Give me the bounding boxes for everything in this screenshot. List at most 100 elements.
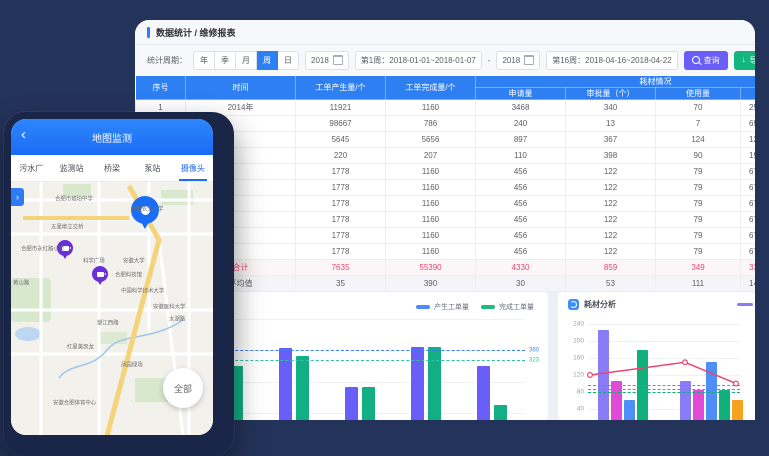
total-cell: 55390 (386, 260, 476, 276)
average-cell: 30 (476, 276, 566, 292)
map-label: 五里墩立交桥 (51, 222, 83, 230)
bar-产生工单量[interactable] (411, 347, 424, 420)
legend-item[interactable]: 完成工单量 (481, 302, 534, 312)
period-option-年[interactable]: 年 (193, 51, 215, 70)
breadcrumb-row: 数据统计 / 维修报表 (135, 20, 755, 45)
table-cell: 1160 (386, 244, 476, 260)
sub-column-header: 申请量 (476, 88, 566, 100)
back-icon[interactable]: ‹ (21, 127, 26, 142)
period-option-季[interactable]: 季 (215, 51, 236, 70)
bar-产生工单量[interactable] (477, 366, 490, 420)
table-cell: 1160 (386, 212, 476, 228)
table-cell: 13 (566, 116, 656, 132)
map-label: 凤园绿场 (121, 360, 143, 368)
table-cell: 5656 (386, 132, 476, 148)
table-cell: 98667 (296, 116, 386, 132)
phone-tab-桥梁[interactable]: 桥梁 (92, 155, 132, 181)
bar-产生工单量[interactable] (345, 387, 358, 420)
map-label: 合肥市永红路小学 (21, 244, 64, 252)
phone-tab-污水厂[interactable]: 污水厂 (11, 155, 51, 181)
table-cell: 456 (476, 180, 566, 196)
bar-完成工单量[interactable] (362, 387, 375, 420)
table-cell: 1160 (386, 228, 476, 244)
table-cell: 79 (656, 180, 741, 196)
table-cell: 1778 (296, 180, 386, 196)
period-option-月[interactable]: 月 (236, 51, 257, 70)
export-button-label: 导出Excel (750, 55, 755, 66)
year-end-value: 2018 (502, 56, 520, 65)
total-cell: 336 (741, 260, 756, 276)
bar-完成工单量[interactable] (494, 405, 507, 420)
table-row: 12014年119211160346834070250 (136, 100, 756, 116)
total-cell: 349 (656, 260, 741, 276)
week-end-value: 第16周：2018-04-16~2018-04-22 (552, 55, 671, 66)
table-cell: 67 (741, 180, 756, 196)
chart-title-text: 耗材分析 (584, 299, 616, 310)
table-cell: 456 (476, 228, 566, 244)
trend-line (588, 318, 740, 420)
table-cell: 90 (656, 148, 741, 164)
table-cell: 250 (741, 100, 756, 116)
map-label: 太湖路 (169, 314, 185, 322)
sub-column-header: 金额 (741, 88, 756, 100)
map-view[interactable]: › 全部 合肥市琥珀中学安徽农业大学五里墩立交桥合肥市永红路小学科学广场安徽大学… (11, 182, 213, 435)
table-cell: 7 (656, 116, 741, 132)
y-axis-tick: 120 (573, 372, 584, 379)
table-cell: 897 (476, 132, 566, 148)
period-option-周[interactable]: 周 (257, 51, 278, 70)
table-cell: 122 (566, 244, 656, 260)
bar-完成工单量[interactable] (296, 356, 309, 420)
year-end-picker[interactable]: 2018 (496, 51, 540, 70)
table-cell: 456 (476, 196, 566, 212)
legend-item[interactable]: 产生工单量 (416, 302, 469, 312)
export-excel-button[interactable]: ↓ 导出Excel (734, 51, 755, 70)
table-cell: 3468 (476, 100, 566, 116)
column-header: 时间 (186, 76, 296, 100)
table-cell: 1778 (296, 244, 386, 260)
table-cell: 122 (566, 196, 656, 212)
phone-tabbar: 污水厂监测站桥梁泵站摄像头 (11, 155, 213, 182)
table-cell: 19 (741, 148, 756, 164)
phone-tab-监测站[interactable]: 监测站 (51, 155, 91, 181)
phone-mockup: ‹ 地图监测 污水厂监测站桥梁泵站摄像头 (4, 112, 234, 456)
map-label: 安徽大学 (123, 256, 145, 264)
search-button[interactable]: 查询 (684, 51, 728, 70)
week-end-picker[interactable]: 第16周：2018-04-16~2018-04-22 (546, 51, 677, 70)
y-axis-tick: 200 (573, 338, 584, 345)
table-cell: 1160 (386, 164, 476, 180)
consumable-chart-card: 耗材分析 4080120160200240 (558, 292, 755, 420)
camera-marker[interactable] (92, 266, 108, 282)
table-cell: 79 (656, 164, 741, 180)
period-option-日[interactable]: 日 (278, 51, 299, 70)
phone-tab-泵站[interactable]: 泵站 (132, 155, 172, 181)
year-start-picker[interactable]: 2018 (305, 51, 349, 70)
phone-screen: ‹ 地图监测 污水厂监测站桥梁泵站摄像头 (11, 119, 213, 435)
app-header: ‹ 地图监测 (11, 119, 213, 155)
all-button[interactable]: 全部 (163, 368, 203, 408)
table-cell: 367 (566, 132, 656, 148)
table-cell: 690 (741, 116, 756, 132)
group-header: 耗材情况 (476, 76, 756, 88)
bar-产生工单量[interactable] (279, 348, 292, 420)
reference-line: 323 (195, 360, 525, 361)
y-axis-tick: 40 (577, 406, 584, 413)
table-cell: 124 (656, 132, 741, 148)
period-label: 统计周期： (147, 55, 187, 66)
bar-完成工单量[interactable] (428, 347, 441, 420)
table-cell: 1160 (386, 196, 476, 212)
legend-dash[interactable] (737, 303, 753, 306)
table-cell: 5645 (296, 132, 386, 148)
range-separator: - (488, 56, 491, 65)
phone-tab-摄像头[interactable]: 摄像头 (173, 155, 213, 181)
total-cell: 4330 (476, 260, 566, 276)
table-cell: 1778 (296, 212, 386, 228)
map-label: 合肥市琥珀中学 (55, 194, 93, 202)
map-expander[interactable]: › (11, 188, 24, 206)
week-start-picker[interactable]: 第1周：2018-01-01~2018-01-07 (355, 51, 482, 70)
sub-column-header: 使用量 (656, 88, 741, 100)
search-icon (692, 56, 700, 64)
pie-icon (568, 299, 579, 310)
map-label: 望江西路 (97, 318, 119, 326)
calendar-icon (524, 55, 534, 65)
map-label: 安徽农业大学 (131, 204, 163, 212)
